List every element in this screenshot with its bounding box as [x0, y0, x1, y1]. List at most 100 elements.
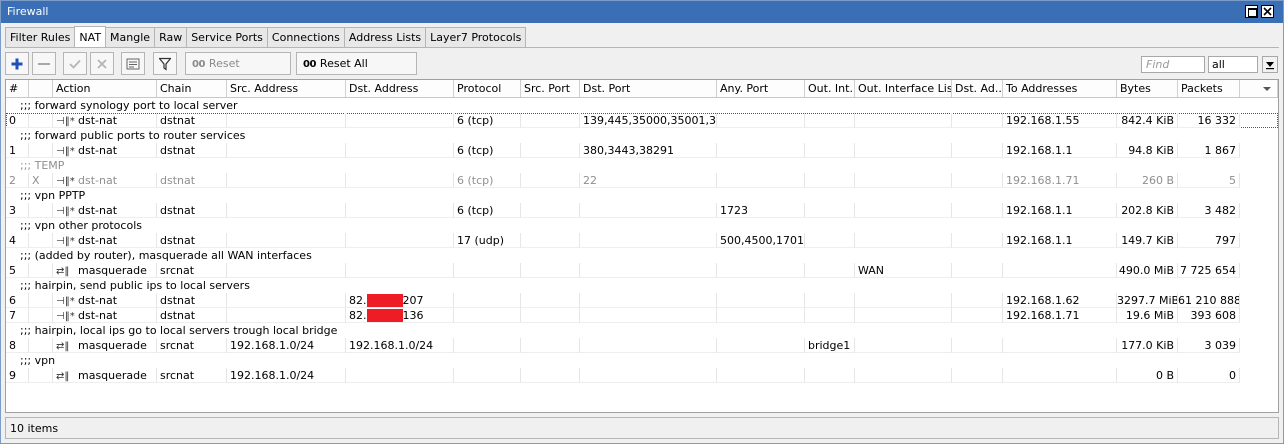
cell-action: ⇄‖ masquerade — [53, 338, 157, 353]
comment-row[interactable]: ;;; vpn PPTP — [6, 188, 1278, 203]
cell-src-address — [227, 263, 346, 278]
tab-layer7-protocols[interactable]: Layer7 Protocols — [425, 27, 527, 47]
check-icon — [69, 59, 81, 69]
header-col-out-interface[interactable]: Out. Int... — [805, 80, 855, 97]
cell-src-port — [521, 263, 580, 278]
cell-out-interface — [805, 203, 855, 218]
find-input[interactable] — [1141, 56, 1205, 73]
cell-dst-port — [580, 233, 717, 248]
dst-nat-icon: ⊣‖* — [56, 311, 75, 322]
table-row[interactable]: 9 ⇄‖ masquerade srcnat 192.168.1.0/24 0 B0 — [6, 368, 1278, 383]
cell-out-interface-list — [855, 293, 952, 308]
dst-nat-icon: ⊣‖* — [56, 176, 75, 187]
cell-dst-port: 380,3443,38291 — [580, 143, 717, 158]
table-row[interactable]: 8 ⇄‖ masquerade srcnat 192.168.1.0/24 192.168… — [6, 338, 1278, 353]
add-button[interactable] — [5, 52, 29, 75]
reset-all-counters-button[interactable]: 00Reset All Counters — [296, 52, 417, 92]
cell-out-interface-list — [855, 113, 952, 128]
comment-row[interactable]: ;;; TEMP — [6, 158, 1278, 173]
cell-src-address: 192.168.1.0/24 — [227, 368, 346, 383]
header-col-chain[interactable]: Chain — [157, 80, 227, 97]
header-col-action[interactable]: Action — [53, 80, 157, 97]
cell-dst-port — [580, 293, 717, 308]
header-col-flag[interactable] — [29, 80, 53, 97]
tab-nat[interactable]: NAT — [74, 26, 107, 47]
minus-icon — [38, 62, 50, 65]
cell-flag — [29, 233, 53, 248]
tab-raw[interactable]: Raw — [154, 27, 188, 47]
cell-dst-address: 192.168.1.0/24 — [346, 338, 454, 353]
header-col-any-port[interactable]: Any. Port — [717, 80, 805, 97]
remove-button[interactable] — [32, 52, 56, 75]
reset-counters-button[interactable]: 00Reset Counters — [185, 52, 291, 92]
rule-comment: ;;; vpn PPTP — [20, 189, 86, 202]
header-col-src-port[interactable]: Src. Port — [521, 80, 580, 97]
filter-select[interactable]: all — [1208, 56, 1258, 73]
header-col-packets[interactable]: Packets — [1178, 80, 1240, 97]
comment-row[interactable]: ;;; forward synology port to local serve… — [6, 98, 1278, 113]
cell-bytes: 490.0 MiB — [1117, 263, 1178, 278]
header-col-src-address[interactable]: Src. Address — [227, 80, 346, 97]
cell-dst-port — [580, 203, 717, 218]
table-row[interactable]: 5 ⇄‖ masquerade srcnat WAN 490.0 MiB 7 725 654 — [6, 263, 1278, 278]
cell-dst-address: 82. 207 — [346, 293, 454, 308]
cell-out-interface — [805, 263, 855, 278]
cell-protocol: 6 (tcp) — [454, 173, 521, 188]
header-col-dst-port[interactable]: Dst. Port — [580, 80, 717, 97]
cell-protocol — [454, 293, 521, 308]
enable-button[interactable] — [63, 52, 87, 75]
title-bar[interactable]: Firewall — [1, 1, 1283, 23]
filter-button[interactable] — [153, 52, 177, 75]
dropdown-arrow-icon[interactable] — [1262, 56, 1278, 73]
tab-filter-rules[interactable]: Filter Rules — [5, 27, 76, 47]
header-col-dst-address-list[interactable]: Dst. Ad... — [952, 80, 1003, 97]
disable-button[interactable] — [90, 52, 114, 75]
comment-row[interactable]: ;;; hairpin, local ips go to local serve… — [6, 323, 1278, 338]
comment-row[interactable]: ;;; (added by router), masquerade all WA… — [6, 248, 1278, 263]
cell-to-addresses — [1003, 338, 1117, 353]
comment-row[interactable]: ;;; forward public ports to router servi… — [6, 128, 1278, 143]
header-column-menu[interactable] — [1240, 80, 1278, 97]
cell-src-port — [521, 173, 580, 188]
cell-chain: dstnat — [157, 173, 227, 188]
cell-to-addresses — [1003, 263, 1117, 278]
maximize-icon[interactable] — [1245, 5, 1258, 18]
tab-address-lists[interactable]: Address Lists — [343, 27, 427, 47]
comment-button[interactable] — [121, 52, 145, 75]
rule-comment: ;;; hairpin, send public ips to local se… — [20, 279, 250, 292]
tab-service-ports[interactable]: Service Ports — [186, 27, 268, 47]
table-row[interactable]: 3 ⊣‖* dst-nat dstnat 6 (tcp) 1723 192.168.1.1 2… — [6, 203, 1278, 218]
comment-row[interactable]: ;;; vpn other protocols — [6, 218, 1278, 233]
cell-packets: 7 725 654 — [1178, 263, 1240, 278]
cell-bytes: 177.0 KiB — [1117, 338, 1178, 353]
header-col-dst-address[interactable]: Dst. Address — [346, 80, 454, 97]
cell-packets: 61 210 888 — [1178, 293, 1240, 308]
cell-chain: dstnat — [157, 203, 227, 218]
table-row[interactable]: 2 X ⊣‖* dst-nat dstnat 6 (tcp) 22 192.168.1.71 2… — [6, 173, 1278, 188]
cell-any-port — [717, 173, 805, 188]
cell-chain: srcnat — [157, 368, 227, 383]
header-col-to-addresses[interactable]: To Addresses — [1003, 80, 1117, 97]
header-col-out-interface-list[interactable]: Out. Interface List — [855, 80, 952, 97]
cell-src-address — [227, 308, 346, 323]
table-row[interactable]: 4 ⊣‖* dst-nat dstnat 17 (udp) 500,4500,1701 19… — [6, 233, 1278, 248]
tab-mangle[interactable]: Mangle — [105, 27, 156, 47]
action-label: dst-nat — [78, 204, 118, 217]
tab-connections[interactable]: Connections — [266, 27, 345, 47]
header-col-protocol[interactable]: Protocol — [454, 80, 521, 97]
table-row[interactable]: 0 ⊣‖* dst-nat dstnat 6 (tcp) 139,445,35000,35… — [6, 113, 1278, 128]
cell-dst-address-list — [952, 338, 1003, 353]
table-row[interactable]: 7 ⊣‖* dst-nat dstnat 82. 136 192.168.1.71 19.6 … — [6, 308, 1278, 323]
cell-protocol: 6 (tcp) — [454, 143, 521, 158]
table-row[interactable]: 6 ⊣‖* dst-nat dstnat 82. 207 192.168.1.62 3297.… — [6, 293, 1278, 308]
comment-row[interactable]: ;;; vpn — [6, 353, 1278, 368]
action-label: dst-nat — [78, 294, 118, 307]
header-col-bytes[interactable]: Bytes — [1117, 80, 1178, 97]
comment-row[interactable]: ;;; hairpin, send public ips to local se… — [6, 278, 1278, 293]
table-row[interactable]: 1 ⊣‖* dst-nat dstnat 6 (tcp) 380,3443,38291 19… — [6, 143, 1278, 158]
close-icon[interactable] — [1261, 5, 1274, 18]
counter-icon: 00 — [192, 59, 205, 70]
cell-packets: 16 332 — [1178, 113, 1240, 128]
header-col-number[interactable]: # — [6, 80, 29, 97]
cell-protocol: 6 (tcp) — [454, 113, 521, 128]
